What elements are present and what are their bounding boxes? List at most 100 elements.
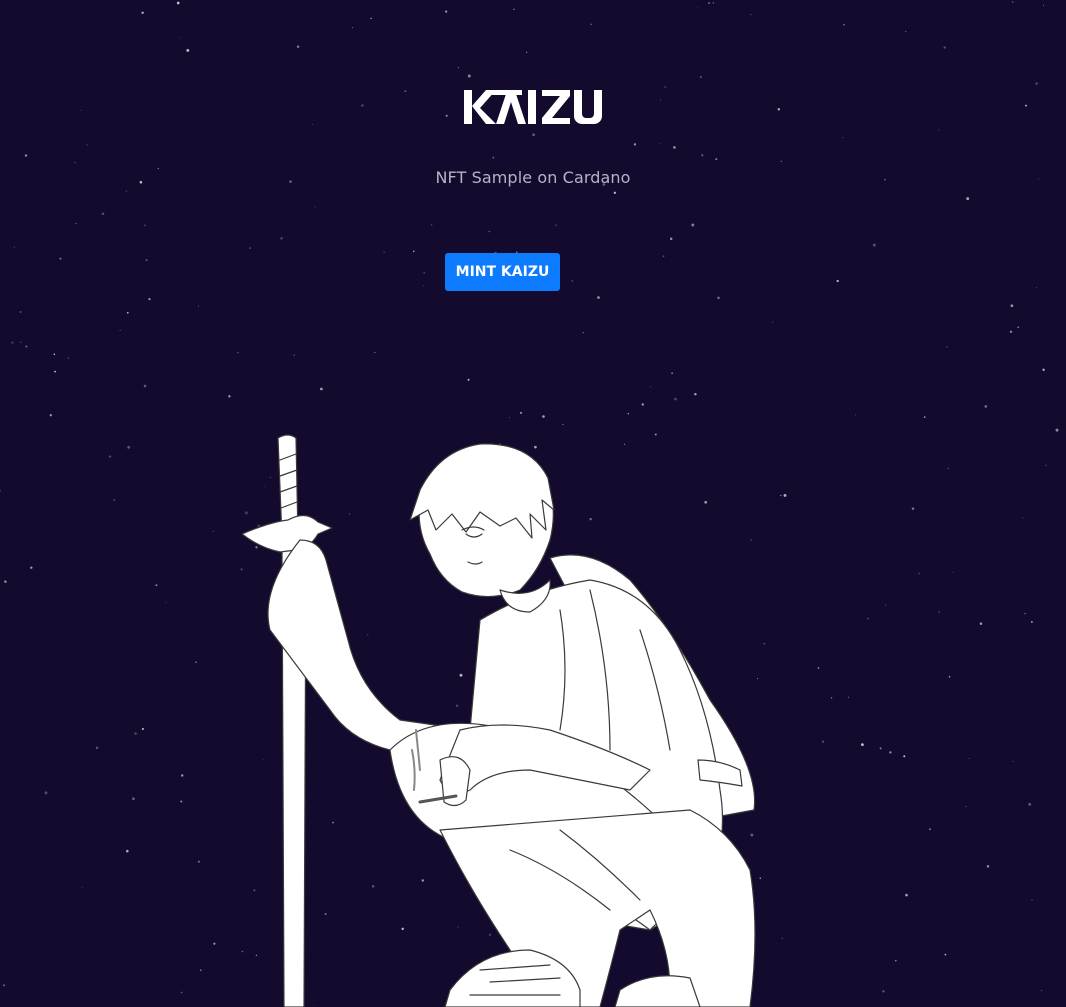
star xyxy=(780,160,782,162)
star xyxy=(370,17,372,20)
star xyxy=(143,384,147,388)
star xyxy=(659,143,661,144)
star xyxy=(855,414,857,416)
star xyxy=(1024,612,1026,615)
star xyxy=(772,321,774,323)
star xyxy=(383,251,385,254)
star xyxy=(1055,428,1059,432)
star xyxy=(180,991,183,994)
star xyxy=(74,162,76,164)
star xyxy=(911,507,915,510)
star xyxy=(1017,326,1020,329)
star xyxy=(1011,1,1014,3)
star xyxy=(712,2,714,4)
star xyxy=(1036,286,1038,289)
star xyxy=(697,7,699,9)
star xyxy=(669,237,673,240)
star xyxy=(237,351,239,354)
star xyxy=(296,45,300,49)
star xyxy=(590,23,592,26)
star xyxy=(30,566,33,569)
star xyxy=(948,675,951,678)
star xyxy=(571,280,574,282)
star xyxy=(467,74,471,78)
star xyxy=(374,352,376,353)
star xyxy=(180,774,184,777)
star xyxy=(19,310,22,314)
star xyxy=(509,417,511,419)
star xyxy=(228,395,231,398)
star xyxy=(67,357,69,359)
star xyxy=(673,146,676,149)
star xyxy=(708,2,711,5)
star xyxy=(520,411,522,414)
star xyxy=(582,332,584,334)
star xyxy=(320,387,323,391)
star xyxy=(125,190,128,193)
star xyxy=(24,154,28,157)
star xyxy=(817,666,820,669)
mint-button[interactable]: MINT KAIZU xyxy=(445,253,560,291)
star xyxy=(141,727,144,731)
star xyxy=(860,743,864,747)
star xyxy=(430,223,433,226)
star xyxy=(141,11,144,15)
star xyxy=(54,370,57,373)
star xyxy=(4,580,7,583)
star xyxy=(597,296,600,299)
star xyxy=(965,805,967,807)
kaizu-logo-icon xyxy=(464,90,602,124)
star xyxy=(674,397,677,401)
star xyxy=(1045,464,1047,466)
star xyxy=(1043,4,1045,6)
star xyxy=(885,604,887,606)
star xyxy=(113,499,116,501)
star xyxy=(968,757,970,760)
star xyxy=(212,530,215,533)
star xyxy=(145,258,148,262)
star xyxy=(905,893,908,897)
star xyxy=(944,953,947,956)
star xyxy=(1042,368,1045,371)
star xyxy=(1035,82,1038,85)
star xyxy=(938,611,940,613)
star xyxy=(836,279,839,283)
star xyxy=(1040,989,1043,992)
star xyxy=(13,246,15,248)
star xyxy=(1022,517,1024,519)
star xyxy=(351,27,353,29)
star xyxy=(882,990,885,993)
star xyxy=(126,849,129,853)
star xyxy=(717,296,720,300)
star xyxy=(783,493,787,497)
star xyxy=(119,329,121,331)
star xyxy=(872,243,876,247)
star xyxy=(0,489,1,492)
subtitle: NFT Sample on Cardano xyxy=(435,168,631,187)
star xyxy=(943,46,946,49)
star xyxy=(53,353,56,356)
star xyxy=(842,137,844,139)
star xyxy=(952,571,954,573)
star xyxy=(2,984,6,987)
star xyxy=(101,212,105,216)
star xyxy=(457,67,459,69)
star xyxy=(492,156,495,159)
landing-page: NFT Sample on Cardano MINT KAIZU xyxy=(0,0,1066,1007)
star xyxy=(1030,620,1033,623)
star xyxy=(715,158,718,161)
star xyxy=(81,886,83,888)
star xyxy=(701,154,704,157)
star xyxy=(249,247,251,249)
star xyxy=(879,747,882,750)
star xyxy=(946,346,948,348)
star xyxy=(488,230,490,233)
star xyxy=(25,345,28,348)
star xyxy=(641,403,645,406)
star xyxy=(293,354,296,356)
star xyxy=(314,206,316,208)
star xyxy=(195,661,197,663)
star xyxy=(213,942,216,945)
star xyxy=(938,129,940,131)
star xyxy=(144,224,146,227)
